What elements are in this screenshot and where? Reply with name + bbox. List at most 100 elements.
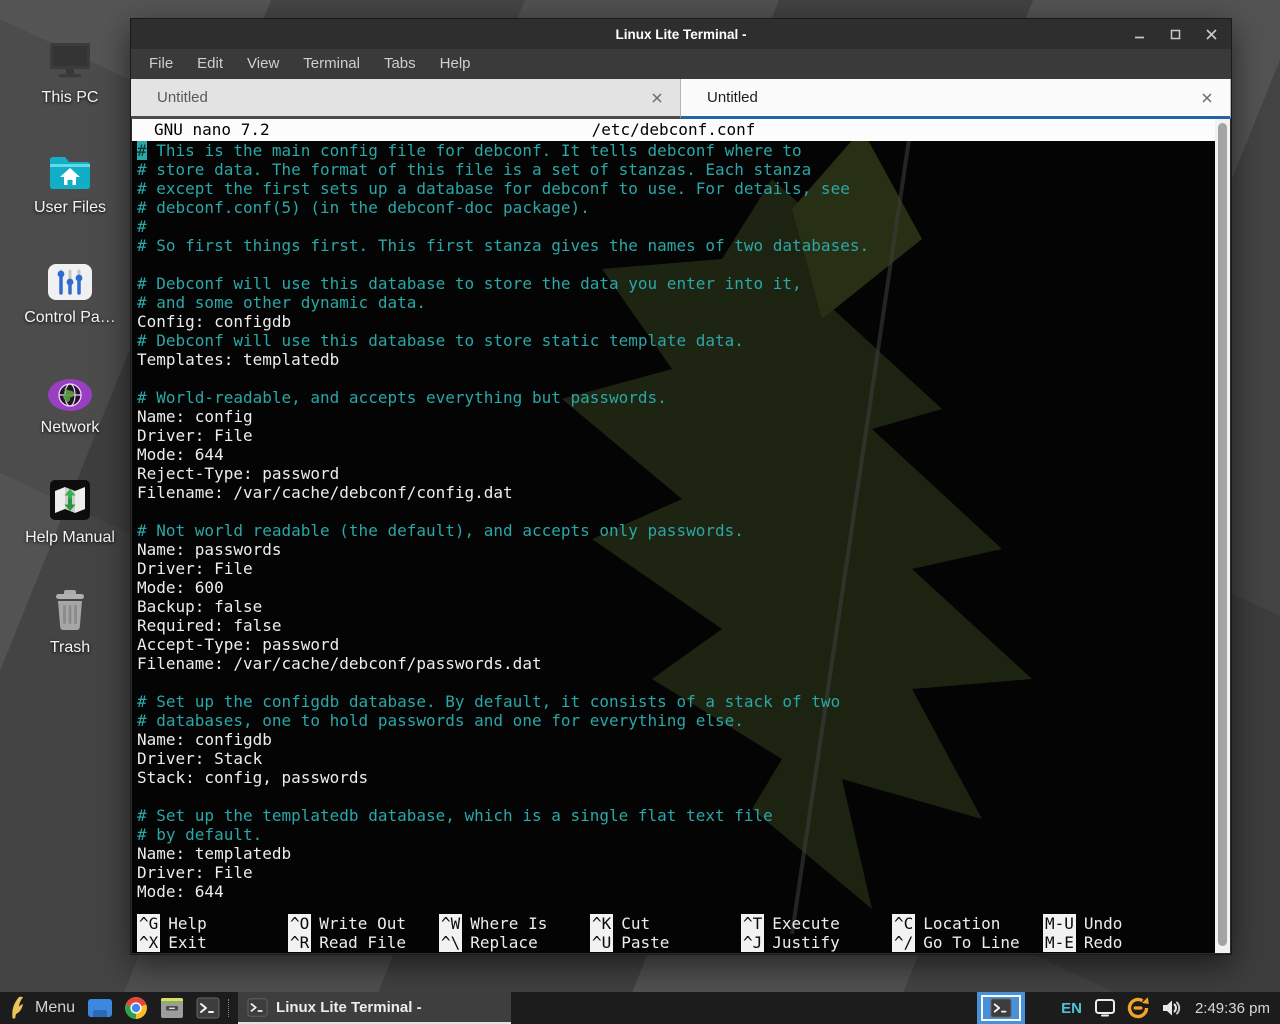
shortcut-key: ^R [288, 933, 311, 952]
scrollbar-thumb[interactable] [1218, 123, 1227, 946]
shortcut-key: ^U [590, 933, 613, 952]
editor-line: Templates: templatedb [137, 350, 1210, 369]
shortcut-key: ^X [137, 933, 160, 952]
desktop-icon-control-panel[interactable]: Control Pa… [14, 250, 126, 327]
shortcut-key: ^W [439, 914, 462, 933]
tab-label: Untitled [157, 89, 646, 106]
shortcut-label: Undo [1084, 914, 1123, 933]
launcher-terminal[interactable] [193, 992, 223, 1024]
nano-file-path: /etc/debconf.conf [132, 119, 1215, 141]
launcher-show-desktop[interactable] [85, 992, 115, 1024]
shortcut-write-out: ^O Write Out [288, 914, 439, 933]
editor-line: # Not world readable (the default), and … [137, 521, 1210, 540]
file-manager-icon [159, 996, 185, 1020]
shortcut-location: ^CLocation [892, 914, 1043, 933]
menu-help[interactable]: Help [428, 49, 483, 79]
keyboard-layout-indicator[interactable]: EN [1061, 1000, 1082, 1017]
display-icon[interactable] [1094, 998, 1116, 1018]
editor-line: # by default. [137, 825, 1210, 844]
terminal-content[interactable]: GNU nano 7.2 /etc/debconf.conf # This is… [132, 119, 1230, 953]
launcher-file-manager[interactable] [157, 992, 187, 1024]
shortcut-row-2: ^XExit^RRead File^\Replace^UPaste^JJusti… [137, 933, 1210, 952]
shortcut-key: ^\ [439, 933, 462, 952]
shortcut-replace: ^\Replace [439, 933, 590, 952]
tab-2[interactable]: Untitled [681, 79, 1231, 119]
editor-line: Name: config [137, 407, 1210, 426]
shortcut-key: ^/ [892, 933, 915, 952]
desktop-icon-trash[interactable]: Trash [14, 580, 126, 657]
update-notifier-icon[interactable] [1125, 995, 1151, 1021]
tab-label: Untitled [707, 89, 1196, 106]
start-menu-label: Menu [35, 999, 75, 1017]
editor-line: # Set up the configdb database. By defau… [137, 692, 1210, 711]
tray-terminal-button[interactable] [977, 992, 1025, 1024]
task-button-terminal[interactable]: Linux Lite Terminal - [238, 992, 511, 1024]
editor-line: # debconf.conf(5) (in the debconf-doc pa… [137, 198, 1210, 217]
editor-line [137, 673, 1210, 692]
desktop-icon-help-manual[interactable]: Help Manual [14, 470, 126, 547]
editor-line: Name: passwords [137, 540, 1210, 559]
editor-line: Filename: /var/cache/debconf/config.dat [137, 483, 1210, 502]
menu-terminal[interactable]: Terminal [291, 49, 372, 79]
menu-tabs[interactable]: Tabs [372, 49, 428, 79]
shortcut-undo: M-UUndo [1043, 914, 1194, 933]
this-pc-icon [14, 30, 126, 82]
clock[interactable]: 2:49:36 pm [1195, 1000, 1270, 1017]
desktop-icon-this-pc[interactable]: This PC [14, 30, 126, 107]
editor-line: Required: false [137, 616, 1210, 635]
menu-view[interactable]: View [235, 49, 291, 79]
editor-line: Mode: 600 [137, 578, 1210, 597]
editor-line: # World-readable, and accepts everything… [137, 388, 1210, 407]
shortcut-exit: ^XExit [137, 933, 288, 952]
desktop-icon-label: User Files [14, 199, 126, 217]
shortcut-key: ^C [892, 914, 915, 933]
tab-bar: Untitled Untitled [131, 79, 1231, 119]
nano-shortcut-bar: ^GHelp^OWrite Out^WWhere Is^KCut^TExecut… [137, 914, 1210, 952]
desktop-icon-user-files[interactable]: User Files [14, 140, 126, 217]
editor-line: # databases, one to hold passwords and o… [137, 711, 1210, 730]
help-manual-icon [14, 470, 126, 522]
minimize-button[interactable] [1131, 26, 1147, 42]
editor-area[interactable]: # This is the main config file for debco… [137, 141, 1210, 901]
maximize-button[interactable] [1167, 26, 1183, 42]
editor-line: Driver: File [137, 426, 1210, 445]
shortcut-label: Go To Line [923, 933, 1019, 952]
shortcut-where-is: ^WWhere Is [439, 914, 590, 933]
volume-icon[interactable] [1160, 998, 1182, 1018]
editor-line: Reject-Type: password [137, 464, 1210, 483]
terminal-icon [247, 998, 268, 1017]
start-menu-button[interactable]: Menu [0, 992, 85, 1024]
menu-file[interactable]: File [137, 49, 185, 79]
desktop-icon-label: Trash [14, 639, 126, 657]
shortcut-label: Write Out [319, 914, 406, 933]
editor-line: # So first things first. This first stan… [137, 236, 1210, 255]
desktop: This PC User Files Control Pa… Network Help … [0, 0, 1280, 1024]
chrome-icon [123, 995, 149, 1021]
editor-line: Mode: 644 [137, 445, 1210, 464]
editor-line: Driver: File [137, 863, 1210, 882]
editor-line: Driver: File [137, 559, 1210, 578]
editor-line: Driver: Stack [137, 749, 1210, 768]
close-tab-icon[interactable] [1196, 87, 1218, 109]
shortcut-key: ^O [288, 914, 311, 933]
desktop-icon-network[interactable]: Network [14, 360, 126, 437]
window-titlebar[interactable]: Linux Lite Terminal - [131, 19, 1231, 49]
nano-titlebar: GNU nano 7.2 /etc/debconf.conf [132, 119, 1215, 141]
editor-line: Mode: 644 [137, 882, 1210, 901]
tab-1[interactable]: Untitled [131, 79, 681, 119]
editor-line: Filename: /var/cache/debconf/passwords.d… [137, 654, 1210, 673]
scrollbar-track[interactable] [1215, 119, 1230, 953]
editor-line [137, 255, 1210, 274]
terminal-icon [990, 998, 1012, 1018]
terminal-window: Linux Lite Terminal - FileEditViewTermin… [130, 18, 1232, 955]
launcher-chrome[interactable] [121, 992, 151, 1024]
close-tab-icon[interactable] [646, 87, 668, 109]
shortcut-label: Redo [1084, 933, 1123, 952]
menu-edit[interactable]: Edit [185, 49, 235, 79]
desktop-icon-label: Control Pa… [14, 309, 126, 327]
shortcut-go-to-line: ^/ Go To Line [892, 933, 1043, 952]
editor-line: # This is the main config file for debco… [137, 141, 1210, 160]
editor-line: # and some other dynamic data. [137, 293, 1210, 312]
editor-line: # store data. The format of this file is… [137, 160, 1210, 179]
close-button[interactable] [1203, 26, 1219, 42]
